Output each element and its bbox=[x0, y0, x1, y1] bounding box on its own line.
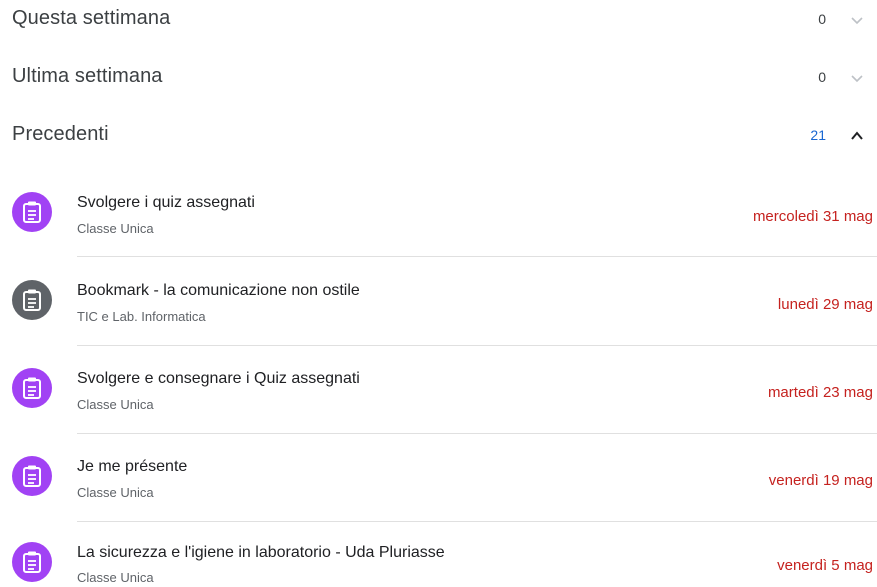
list-item[interactable]: Bookmark - la comunicazione non ostile T… bbox=[0, 258, 877, 346]
section-count: 21 bbox=[810, 127, 826, 143]
item-title: Svolgere e consegnare i Quiz assegnati bbox=[77, 370, 360, 387]
section-title: Precedenti bbox=[12, 123, 109, 145]
list-item[interactable]: Je me présente Classe Unica venerdì 19 m… bbox=[0, 434, 877, 522]
chevron-down-icon[interactable] bbox=[849, 12, 865, 28]
chevron-down-icon[interactable] bbox=[849, 70, 865, 86]
item-title: La sicurezza e l'igiene in laboratorio -… bbox=[77, 544, 445, 561]
chevron-up-icon[interactable] bbox=[849, 128, 865, 144]
divider bbox=[77, 256, 877, 257]
item-due-date: martedì 23 mag bbox=[767, 384, 873, 401]
section-questa-settimana[interactable]: Questa settimana 0 bbox=[0, 0, 877, 40]
assignment-icon bbox=[12, 542, 52, 582]
list-item[interactable]: La sicurezza e l'igiene in laboratorio -… bbox=[0, 522, 877, 587]
list-item[interactable]: Svolgere i quiz assegnati Classe Unica m… bbox=[0, 170, 877, 258]
item-due-date: venerdì 5 mag bbox=[777, 557, 873, 574]
item-course: Classe Unica bbox=[77, 485, 154, 500]
item-title: Svolgere i quiz assegnati bbox=[77, 194, 255, 211]
item-title: Bookmark - la comunicazione non ostile bbox=[77, 282, 360, 299]
item-title: Je me présente bbox=[77, 458, 188, 475]
section-precedenti[interactable]: Precedenti 21 bbox=[0, 116, 877, 156]
assignment-icon bbox=[12, 456, 52, 496]
section-title: Questa settimana bbox=[12, 7, 171, 29]
item-due-date: venerdì 19 mag bbox=[768, 472, 873, 489]
assignment-icon bbox=[12, 280, 52, 320]
section-ultima-settimana[interactable]: Ultima settimana 0 bbox=[0, 58, 877, 98]
section-count: 0 bbox=[818, 69, 826, 85]
assignment-icon bbox=[12, 368, 52, 408]
list-item[interactable]: Svolgere e consegnare i Quiz assegnati C… bbox=[0, 346, 877, 434]
item-due-date: mercoledì 31 mag bbox=[752, 208, 873, 225]
item-course: Classe Unica bbox=[77, 221, 154, 236]
item-course: TIC e Lab. Informatica bbox=[77, 309, 206, 324]
item-course: Classe Unica bbox=[77, 570, 154, 585]
assignment-icon bbox=[12, 192, 52, 232]
item-course: Classe Unica bbox=[77, 397, 154, 412]
item-due-date: lunedì 29 mag bbox=[777, 296, 873, 313]
section-count: 0 bbox=[818, 11, 826, 27]
section-title: Ultima settimana bbox=[12, 65, 163, 87]
